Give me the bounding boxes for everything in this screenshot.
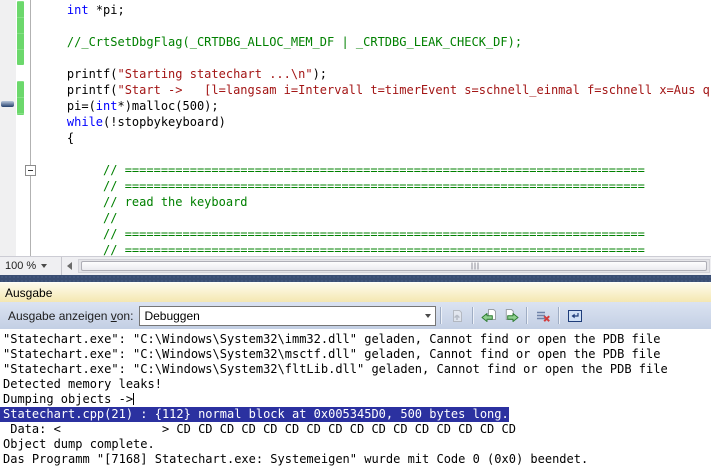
code-lines[interactable]: int *pi; //_CrtSetDbgFlag(_CRTDBG_ALLOC_… (0, 0, 711, 256)
code-line: // =====================================… (38, 242, 711, 256)
output-source-value: Debuggen (140, 309, 420, 323)
code-line: //_CrtSetDbgFlag(_CRTDBG_ALLOC_MEM_DF | … (38, 34, 711, 50)
editor-zoom-value: 100 % (5, 260, 36, 272)
clear-all-button[interactable] (532, 305, 554, 327)
hscroll-thumb[interactable] (81, 261, 707, 271)
pane-splitter[interactable] (0, 275, 711, 282)
toolbar-separator (558, 307, 560, 324)
toolbar-separator (440, 307, 442, 324)
code-line (38, 50, 711, 66)
chevron-down-icon (425, 314, 431, 318)
code-line: // =====================================… (38, 226, 711, 242)
output-lines[interactable]: "Statechart.exe": "C:\Windows\System32\i… (0, 329, 711, 472)
scrollbar-grip-icon (472, 263, 479, 270)
toggle-word-wrap-icon (567, 308, 583, 324)
code-line: while(!stopbykeyboard) (38, 114, 711, 130)
code-line: // read the keyboard (38, 194, 711, 210)
output-line: Dumping objects -> (3, 392, 711, 407)
code-line: pi=(int*)malloc(500); (38, 98, 711, 114)
output-line: "Statechart.exe": "C:\Windows\System32\i… (3, 332, 711, 347)
editor-zoom-dropdown[interactable]: 100 % (0, 257, 62, 275)
code-line: printf("Start -> [l=langsam i=Intervall … (38, 82, 711, 98)
go-to-message-icon (449, 308, 465, 324)
output-panel-title[interactable]: Ausgabe (0, 282, 711, 302)
output-source-combobox[interactable]: Debuggen (139, 306, 436, 326)
output-line: "Statechart.exe": "C:\Windows\System32\m… (3, 347, 711, 362)
toolbar-separator (526, 307, 528, 324)
show-output-from-label: Ausgabe anzeigen von: (8, 309, 133, 323)
code-line: { (38, 130, 711, 146)
go-to-message-button[interactable] (446, 305, 468, 327)
previous-message-icon (481, 308, 497, 324)
arrow-left-icon (67, 262, 72, 270)
visual-studio-window: int *pi; //_CrtSetDbgFlag(_CRTDBG_ALLOC_… (0, 0, 711, 472)
output-line: Object dump complete. (3, 437, 711, 452)
code-line (38, 146, 711, 162)
output-title-label: Ausgabe (5, 286, 52, 300)
toolbar-separator (472, 307, 474, 324)
code-line: // =====================================… (38, 178, 711, 194)
output-line: Das Programm "[7168] Statechart.exe: Sys… (3, 452, 711, 467)
output-line: "Statechart.exe": "C:\Windows\System32\f… (3, 362, 711, 377)
previous-message-button[interactable] (478, 305, 500, 327)
output-line: Data: < > CD CD CD CD CD CD CD CD CD CD … (3, 422, 711, 437)
code-line: // =====================================… (38, 162, 711, 178)
editor-bottom-bar: 100 % (0, 256, 711, 275)
code-line: printf("Starting statechart ...\n"); (38, 66, 711, 82)
horizontal-scrollbar[interactable] (78, 259, 710, 273)
hscroll-left-button[interactable] (62, 257, 77, 275)
clear-all-icon (535, 308, 551, 324)
code-line: // (38, 210, 711, 226)
output-line: Statechart.cpp(21) : {112} normal block … (3, 407, 711, 422)
chevron-down-icon (41, 264, 47, 268)
code-editor[interactable]: int *pi; //_CrtSetDbgFlag(_CRTDBG_ALLOC_… (0, 0, 711, 256)
next-message-button[interactable] (500, 305, 522, 327)
output-line: Detected memory leaks! (3, 377, 711, 392)
output-toolbar: Ausgabe anzeigen von: Debuggen (0, 302, 711, 329)
combobox-dropdown-button[interactable] (420, 307, 435, 325)
code-line (38, 18, 711, 34)
text-caret (133, 393, 134, 405)
toggle-word-wrap-button[interactable] (564, 305, 586, 327)
next-message-icon (503, 308, 519, 324)
code-line: int *pi; (38, 2, 711, 18)
